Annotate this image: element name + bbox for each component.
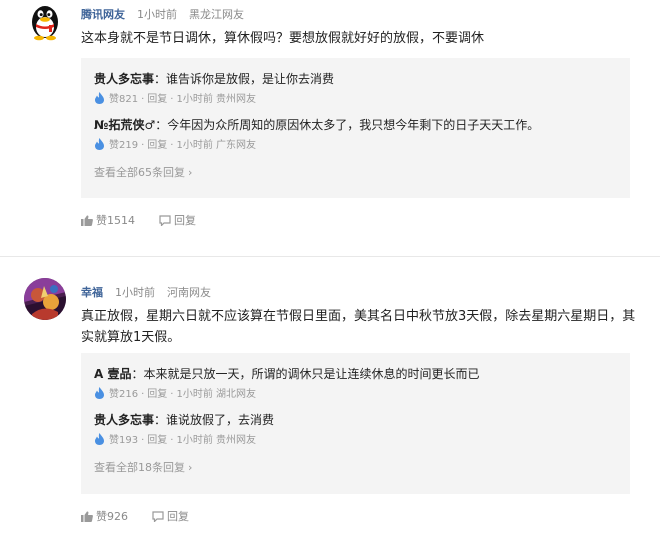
reply-likes: 赞821	[109, 94, 139, 105]
reply-author[interactable]: №拓荒侠♂	[94, 118, 155, 132]
reply-text: ：谁说放假了，去消费	[154, 413, 275, 427]
reply-location: 广东网友	[216, 140, 257, 151]
thumbs-up-icon	[81, 215, 93, 226]
reply-box: 贵人多忘事：谁告诉你是放假，是让你去消费 赞821 · 回复 · 1小时前 贵州网友 №…	[81, 58, 630, 198]
like-flame-icon[interactable]	[94, 92, 105, 104]
reply-time: 1小时前	[176, 435, 213, 446]
comment-time: 1小时前	[137, 8, 177, 21]
reply-item: A 壹品：本来就是只放一天，所谓的调休只是让连续休息的时间更长而已 赞216 · 回…	[94, 365, 619, 401]
reply-meta: 赞821 · 回复 · 1小时前 贵州网友	[94, 92, 619, 106]
avatar[interactable]	[24, 0, 66, 42]
reply-item: 贵人多忘事：谁说放假了，去消费 赞193 · 回复 · 1小时前 贵州网友	[94, 411, 619, 447]
like-count: 赞926	[96, 510, 128, 523]
reply-location: 贵州网友	[216, 435, 257, 446]
chevron-right-icon: ›	[188, 461, 193, 474]
comment-text: 真正放假，星期六日就不应该算在节假日里面，美其名日中秋节放3天假，除去星期六星期…	[81, 309, 636, 345]
comment-location: 黑龙江网友	[189, 8, 244, 21]
reply-likes: 赞219	[109, 140, 139, 151]
view-all-replies-link[interactable]: 查看全部18条回复 ›	[94, 459, 192, 475]
comment-item: 腾讯网友 1小时前 黑龙江网友 这本身就不是节日调休，算休假吗？要想放假就好好的放假…	[0, 0, 660, 255]
comment-actions: 赞926 回复	[81, 508, 213, 524]
view-all-replies-link[interactable]: 查看全部65条回复 ›	[94, 164, 192, 180]
reply-meta: 赞193 · 回复 · 1小时前 贵州网友	[94, 433, 619, 447]
reply-box: A 壹品：本来就是只放一天，所谓的调休只是让连续休息的时间更长而已 赞216 · 回…	[81, 353, 630, 494]
user-photo-avatar	[24, 278, 66, 320]
view-all-label: 查看全部18条回复	[94, 461, 185, 474]
reply-button[interactable]: 回复	[147, 435, 167, 446]
reply-author[interactable]: A 壹品	[94, 367, 131, 381]
thumbs-up-icon	[81, 511, 93, 522]
reply-text-line: 贵人多忘事：谁说放假了，去消费	[94, 411, 619, 429]
reply-text-line: №拓荒侠♂：今年因为众所周知的原因休太多了，我只想今年剩下的日子天天工作。	[94, 116, 619, 134]
like-flame-icon[interactable]	[94, 433, 105, 445]
like-button[interactable]: 赞926	[81, 508, 128, 524]
reply-text: ：谁告诉你是放假，是让你去消费	[154, 72, 335, 86]
like-button[interactable]: 赞1514	[81, 212, 135, 228]
reply-location: 湖北网友	[216, 389, 257, 400]
comment-divider	[0, 256, 660, 257]
reply-action-label: 回复	[174, 214, 196, 227]
qq-penguin-icon	[24, 0, 66, 42]
comment-meta: 腾讯网友 1小时前 黑龙江网友	[81, 6, 244, 22]
reply-likes: 赞193	[109, 435, 139, 446]
speech-bubble-icon	[152, 511, 164, 523]
comment-item: 幸福 1小时前 河南网友 真正放假，星期六日就不应该算在节假日里面，美其名日中秋节放…	[0, 270, 660, 543]
reply-action-label: 回复	[167, 510, 189, 523]
reply-author[interactable]: 贵人多忘事	[94, 72, 154, 86]
like-count: 赞1514	[96, 214, 135, 227]
speech-bubble-icon	[159, 215, 171, 227]
reply-text: ：本来就是只放一天，所谓的调休只是让连续休息的时间更长而已	[131, 367, 480, 381]
reply-button[interactable]: 回复	[147, 94, 167, 105]
reply-item: 贵人多忘事：谁告诉你是放假，是让你去消费 赞821 · 回复 · 1小时前 贵州网友	[94, 70, 619, 106]
reply-time: 1小时前	[176, 140, 213, 151]
comment-time: 1小时前	[115, 286, 155, 299]
reply-item: №拓荒侠♂：今年因为众所周知的原因休太多了，我只想今年剩下的日子天天工作。 赞2…	[94, 116, 619, 152]
reply-button[interactable]: 回复	[147, 389, 167, 400]
avatar[interactable]	[24, 278, 66, 320]
reply-meta: 赞219 · 回复 · 1小时前 广东网友	[94, 138, 619, 152]
like-flame-icon[interactable]	[94, 387, 105, 399]
reply-author[interactable]: 贵人多忘事	[94, 413, 154, 427]
comment-actions: 赞1514 回复	[81, 212, 220, 228]
reply-time: 1小时前	[176, 389, 213, 400]
comment-author[interactable]: 幸福	[81, 286, 103, 299]
reply-action-button[interactable]: 回复	[159, 212, 196, 228]
reply-text: ：今年因为众所周知的原因休太多了，我只想今年剩下的日子天天工作。	[155, 118, 540, 132]
comment-text: 这本身就不是节日调休，算休假吗？要想放假就好好的放假，不要调休	[81, 31, 485, 46]
reply-location: 贵州网友	[216, 94, 257, 105]
reply-text-line: 贵人多忘事：谁告诉你是放假，是让你去消费	[94, 70, 619, 88]
chevron-right-icon: ›	[188, 166, 193, 179]
reply-button[interactable]: 回复	[147, 140, 167, 151]
reply-likes: 赞216	[109, 389, 139, 400]
comment-author[interactable]: 腾讯网友	[81, 8, 125, 21]
reply-text-line: A 壹品：本来就是只放一天，所谓的调休只是让连续休息的时间更长而已	[94, 365, 619, 383]
comment-meta: 幸福 1小时前 河南网友	[81, 284, 211, 300]
reply-time: 1小时前	[176, 94, 213, 105]
like-flame-icon[interactable]	[94, 138, 105, 150]
comment-location: 河南网友	[167, 286, 211, 299]
reply-action-button[interactable]: 回复	[152, 508, 189, 524]
reply-meta: 赞216 · 回复 · 1小时前 湖北网友	[94, 387, 619, 401]
view-all-label: 查看全部65条回复	[94, 166, 185, 179]
